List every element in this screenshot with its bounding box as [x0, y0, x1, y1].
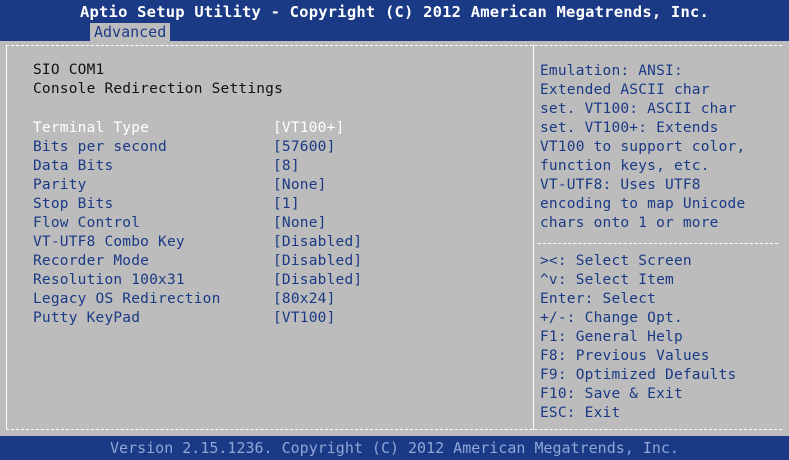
setting-label-legacy-os-redirection[interactable]: Legacy OS Redirection [33, 291, 221, 307]
bottom-border [6, 429, 782, 430]
app-title: Aptio Setup Utility - Copyright (C) 2012… [79, 3, 710, 21]
setting-value-putty-keypad[interactable]: [VT100] [273, 310, 336, 326]
setting-label-flow-control[interactable]: Flow Control [33, 215, 140, 231]
help-line: set. VT100: ASCII char [540, 101, 737, 117]
setting-value-terminal-type[interactable]: [VT100+] [273, 120, 344, 136]
help-line: chars onto 1 or more [540, 215, 719, 231]
setting-value-parity[interactable]: [None] [273, 177, 327, 193]
key-help-save-exit: F10: Save & Exit [540, 386, 683, 402]
key-help-previous-values: F8: Previous Values [540, 348, 710, 364]
setting-label-recorder-mode[interactable]: Recorder Mode [33, 253, 149, 269]
key-help-change-opt: +/-: Change Opt. [540, 310, 683, 326]
key-help-select-screen: ><: Select Screen [540, 253, 692, 269]
setting-value-bits-per-second[interactable]: [57600] [273, 139, 336, 155]
help-line: function keys, etc. [540, 158, 710, 174]
key-help-optimized-defaults: F9: Optimized Defaults [540, 367, 737, 383]
setting-value-legacy-os-redirection[interactable]: [80x24] [273, 291, 336, 307]
left-border [6, 45, 7, 430]
help-line: Extended ASCII char [540, 82, 710, 98]
key-help-enter: Enter: Select [540, 291, 657, 307]
setting-label-stop-bits[interactable]: Stop Bits [33, 196, 113, 212]
setting-label-data-bits[interactable]: Data Bits [33, 158, 113, 174]
help-separator [538, 243, 778, 244]
footer-version: Version 2.15.1236. Copyright (C) 2012 Am… [0, 436, 789, 460]
setting-label-vt-utf8-combo-key[interactable]: VT-UTF8 Combo Key [33, 234, 185, 250]
section-title: SIO COM1 [33, 62, 105, 78]
setting-label-bits-per-second[interactable]: Bits per second [33, 139, 167, 155]
key-help-general-help: F1: General Help [540, 329, 683, 345]
tab-underline [0, 41, 789, 43]
setting-value-flow-control[interactable]: [None] [273, 215, 327, 231]
help-line: Emulation: ANSI: [540, 63, 683, 79]
setting-label-resolution-100x31[interactable]: Resolution 100x31 [33, 272, 185, 288]
setting-label-parity[interactable]: Parity [33, 177, 87, 193]
help-line: VT100 to support color, [540, 139, 746, 155]
help-line: encoding to map Unicode [540, 196, 746, 212]
setting-value-resolution-100x31[interactable]: [Disabled] [273, 272, 362, 288]
help-line: VT-UTF8: Uses UTF8 [540, 177, 701, 193]
setting-value-vt-utf8-combo-key[interactable]: [Disabled] [273, 234, 362, 250]
help-line: set. VT100+: Extends [540, 120, 719, 136]
title-bar: Aptio Setup Utility - Copyright (C) 2012… [0, 0, 789, 42]
tab-advanced[interactable]: Advanced [90, 23, 171, 42]
panel-divider [533, 45, 534, 430]
setting-label-putty-keypad[interactable]: Putty KeyPad [33, 310, 140, 326]
key-help-esc-exit: ESC: Exit [540, 405, 621, 421]
setting-label-terminal-type[interactable]: Terminal Type [33, 120, 149, 136]
setting-value-stop-bits[interactable]: [1] [273, 196, 300, 212]
setting-value-recorder-mode[interactable]: [Disabled] [273, 253, 362, 269]
key-help-select-item: ^v: Select Item [540, 272, 674, 288]
section-subtitle: Console Redirection Settings [33, 81, 284, 97]
top-border [6, 45, 782, 46]
setting-value-data-bits[interactable]: [8] [273, 158, 300, 174]
